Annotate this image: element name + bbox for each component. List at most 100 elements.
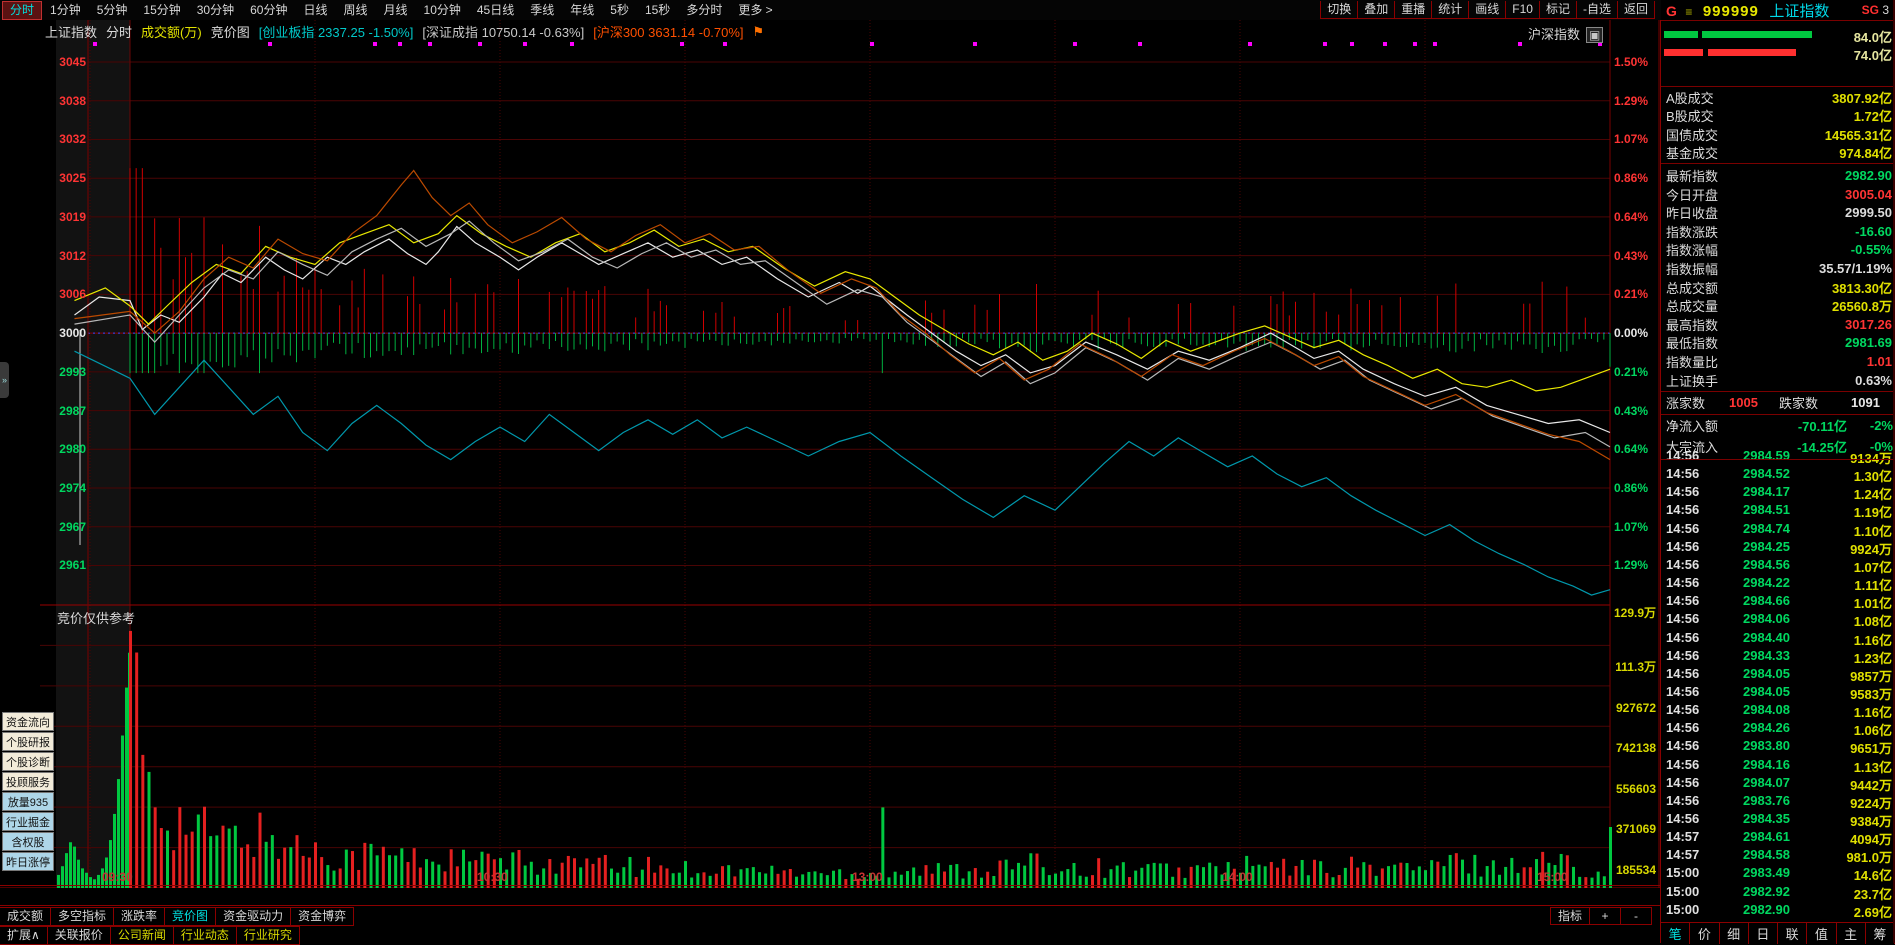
tick-time: 14:56 [1666, 702, 1700, 718]
period-item-30分钟[interactable]: 30分钟 [189, 2, 242, 19]
tick-amount: 1.23亿 [1853, 650, 1892, 666]
bottom-tab-公司新闻[interactable]: 公司新闻 [109, 926, 174, 945]
adv-dec-cell: 跌家数 [1779, 396, 1819, 412]
indicator-tab-成交额[interactable]: 成交额 [0, 907, 52, 926]
tick-time: 14:56 [1666, 520, 1700, 536]
bottom-tab-关联报价[interactable]: 关联报价 [46, 926, 111, 945]
sidebar-button-含权股[interactable]: 含权股 [2, 832, 54, 851]
sidebar-button-个股研报[interactable]: 个股研报 [2, 732, 54, 751]
toolbar-button-返回[interactable]: 返回 [1616, 1, 1655, 19]
period-item-多分时[interactable]: 多分时 [678, 2, 730, 19]
period-item-更多 >[interactable]: 更多 > [730, 2, 780, 19]
sidebar-button-行业掘金[interactable]: 行业掘金 [2, 812, 54, 831]
chart-header-item-1[interactable]: 分时 [106, 22, 132, 41]
panel-tab-值[interactable]: 值 [1807, 923, 1837, 944]
intraday-chart[interactable] [0, 20, 1660, 888]
percent-axis-label: 0.43% [1614, 403, 1649, 418]
tick-price: 2984.17 [1743, 484, 1790, 500]
panel-divider [1661, 458, 1895, 460]
chart-header-item-3[interactable]: 竞价图 [211, 22, 250, 41]
period-item-15秒[interactable]: 15秒 [637, 2, 678, 19]
panel-tab-筹[interactable]: 筹 [1866, 923, 1895, 944]
tick-price: 2984.58 [1743, 847, 1790, 863]
tick-time: 14:57 [1666, 829, 1700, 845]
chart-header-item-2[interactable]: 成交额(万) [141, 22, 202, 41]
period-item-1分钟[interactable]: 1分钟 [42, 2, 89, 19]
panel-row-国债成交: 国债成交 14565.31亿 [1661, 125, 1895, 143]
period-item-5秒[interactable]: 5秒 [602, 2, 637, 19]
tick-amount: 9442万 [1850, 777, 1892, 793]
row-value: 0.63% [1855, 372, 1892, 388]
toolbar-actions: 切换 叠加 重播 统计 画线 F10 标记 -自选 返回 [1320, 1, 1655, 19]
volume-axis-label: 927672 [1615, 700, 1656, 715]
bottom-tab-行业研究[interactable]: 行业研究 [235, 926, 300, 945]
period-item-45日线[interactable]: 45日线 [469, 2, 522, 19]
price-axis-label: 3000 [59, 326, 86, 341]
toolbar-button-统计[interactable]: 统计 [1431, 1, 1470, 19]
bottom-tab-行业动态[interactable]: 行业动态 [172, 926, 237, 945]
period-item-年线[interactable]: 年线 [562, 2, 602, 19]
toolbar-button-标记[interactable]: 标记 [1538, 1, 1577, 19]
period-item-季线[interactable]: 季线 [522, 2, 562, 19]
sidebar-button-资金流向[interactable]: 资金流向 [2, 712, 54, 731]
indicator-tab-资金驱动力[interactable]: 资金驱动力 [215, 907, 292, 926]
zoom-in-button[interactable]: + [1589, 907, 1621, 925]
chart-header-item-6[interactable]: [沪深300 3631.14 -0.70%] [593, 22, 743, 41]
sidebar-button-投顾服务[interactable]: 投顾服务 [2, 772, 54, 791]
panel-tab-日[interactable]: 日 [1749, 923, 1778, 944]
period-item-5分钟[interactable]: 5分钟 [89, 2, 136, 19]
toolbar-button-F10[interactable]: F10 [1505, 1, 1540, 19]
bottom-tabs-area: 成交额 多空指标 涨跌率 竞价图 资金驱动力 资金博弈 扩展∧ 关联报价 公司新闻 行业动态 行业… [0, 905, 1660, 945]
tick-time: 14:56 [1666, 811, 1700, 826]
period-item-15分钟[interactable]: 15分钟 [135, 2, 188, 19]
bottom-tab-扩展∧[interactable]: 扩展∧ [0, 926, 48, 945]
zoom-out-button[interactable]: - [1620, 907, 1652, 925]
panel-tab-bar: 笔价细日联值主筹 [1661, 922, 1895, 944]
panel-tab-主[interactable]: 主 [1837, 923, 1866, 944]
panel-tab-笔[interactable]: 笔 [1661, 923, 1691, 944]
toolbar-button-切换[interactable]: 切换 [1320, 1, 1359, 19]
tick-price: 2984.61 [1743, 829, 1790, 845]
indicator-tab-竞价图[interactable]: 竞价图 [164, 907, 217, 926]
hs-index-selector[interactable]: 沪深指数 ▣ [1528, 24, 1604, 43]
period-item-月线[interactable]: 月线 [376, 2, 416, 19]
symbol-header: G ≡ 999999 上证指数 SG 3 [1661, 0, 1895, 20]
panel-tab-价[interactable]: 价 [1690, 923, 1720, 944]
indicator-tab-多空指标[interactable]: 多空指标 [50, 907, 115, 926]
tick-time: 14:56 [1666, 556, 1700, 572]
chart-header-item-0[interactable]: 上证指数 [45, 22, 97, 41]
toolbar-button-重播[interactable]: 重播 [1394, 1, 1433, 19]
period-menu: 分时 1分钟 5分钟 15分钟 30分钟 60分钟 日线 周线 月线 10分钟 45日线 季线 年线 5秒… [2, 0, 781, 20]
toolbar-button-画线[interactable]: 画线 [1468, 1, 1507, 19]
menu-icon[interactable]: ≡ [1685, 5, 1692, 19]
tick-price: 2984.22 [1743, 575, 1790, 591]
toolbar-button-叠加[interactable]: 叠加 [1357, 1, 1396, 19]
period-item-10分钟[interactable]: 10分钟 [416, 2, 469, 19]
flow-pct: -2% [1869, 418, 1893, 434]
tick-time: 14:57 [1666, 847, 1700, 863]
period-item-60分钟[interactable]: 60分钟 [242, 2, 295, 19]
period-item-日线[interactable]: 日线 [295, 2, 335, 19]
tick-amount: 1.11亿 [1854, 578, 1892, 594]
indicator-button[interactable]: 指标 [1549, 907, 1590, 925]
period-item-分时[interactable]: 分时 [2, 0, 43, 20]
sidebar-button-昨日涨停[interactable]: 昨日涨停 [2, 852, 54, 871]
toolbar-button--自选[interactable]: -自选 [1575, 1, 1618, 19]
window-icon[interactable]: ▣ [1586, 27, 1604, 43]
tick-price: 2984.35 [1743, 811, 1790, 826]
sidebar-button-个股诊断[interactable]: 个股诊断 [2, 752, 54, 771]
period-item-周线[interactable]: 周线 [335, 2, 375, 19]
tick-time: 14:56 [1666, 665, 1700, 681]
chart-header-item-5[interactable]: [深证成指 10750.14 -0.63%] [422, 22, 584, 41]
panel-tab-细[interactable]: 细 [1720, 923, 1749, 944]
indicator-tab-涨跌率[interactable]: 涨跌率 [113, 907, 166, 926]
chart-header-item-4[interactable]: [创业板指 2337.25 -1.50%] [259, 22, 414, 41]
tick-row: 15:00 2982.92 23.7亿 [1661, 884, 1895, 902]
sidebar-button-放量935[interactable]: 放量935 [2, 792, 54, 811]
price-axis-label: 3025 [59, 171, 86, 186]
panel-tab-联[interactable]: 联 [1778, 923, 1808, 944]
tick-row: 14:56 2984.22 1.11亿 [1661, 575, 1895, 593]
panel-row-基金成交: 基金成交 974.84亿 [1661, 144, 1895, 162]
collapse-tab[interactable]: » [0, 362, 9, 398]
indicator-tab-资金博弈[interactable]: 资金博弈 [290, 907, 355, 926]
